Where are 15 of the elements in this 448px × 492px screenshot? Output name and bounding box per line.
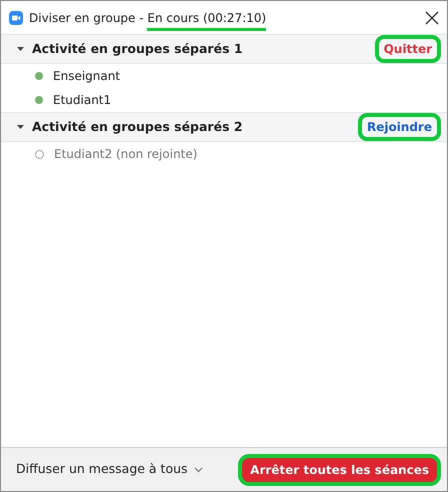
caret-icon[interactable] [17,124,24,130]
group-name: Activité en groupes séparés 1 [32,40,243,58]
window-title: Diviser en groupe - [29,10,145,26]
participant-name: Etudiant1 [53,92,112,109]
join-button[interactable]: Rejoindre [358,113,441,141]
participant-name: Enseignant [53,68,120,85]
app-icon [9,10,23,24]
chevron-icon[interactable] [194,466,203,472]
participant-name: Etudiant2 (non rejointe) [54,146,198,163]
session-status: En cours (00:27:10) [147,8,266,30]
group-name: Activité en groupes séparés 2 [32,118,243,136]
stop-all-button[interactable]: Arrêter toutes les séances [238,454,441,486]
leave-button[interactable]: Quitter [374,35,441,63]
caret-icon[interactable] [17,46,24,52]
broadcast-dropdown[interactable]: Diffuser un message à tous [16,460,203,479]
